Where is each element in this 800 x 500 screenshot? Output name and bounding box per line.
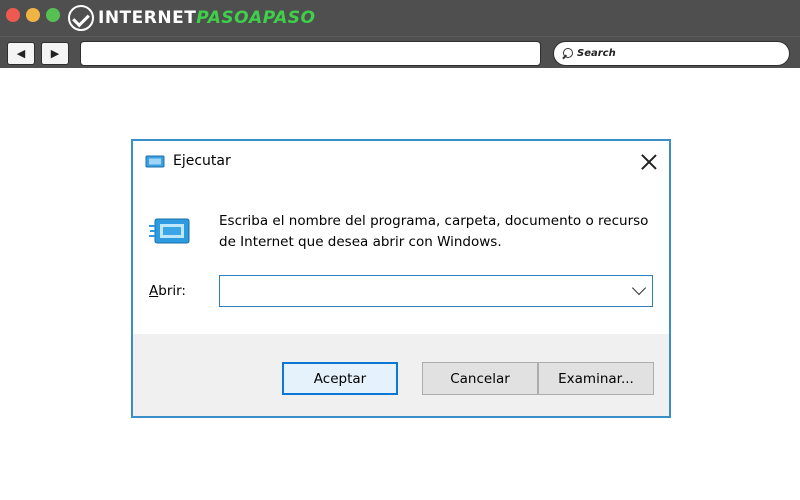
address-bar[interactable] bbox=[80, 41, 541, 66]
search-input[interactable] bbox=[577, 48, 777, 59]
checkmark-icon bbox=[68, 5, 94, 31]
arrow-right-icon: ▶ bbox=[50, 47, 60, 60]
close-window-button[interactable] bbox=[6, 8, 20, 22]
brand-main: INTERNET bbox=[98, 8, 197, 28]
browser-titlebar: INTERNETPASOAPASO bbox=[0, 0, 800, 36]
brand-logo: INTERNETPASOAPASO bbox=[68, 4, 315, 32]
cancel-button[interactable]: Cancelar bbox=[422, 362, 538, 395]
dialog-description: Escriba el nombre del programa, carpeta,… bbox=[219, 213, 649, 250]
minimize-window-button[interactable] bbox=[26, 8, 40, 22]
open-combobox[interactable] bbox=[219, 275, 653, 307]
brand-accent: PASOAPASO bbox=[196, 8, 316, 28]
dialog-titlebar: Ejecutar bbox=[133, 141, 669, 183]
forward-button[interactable]: ▶ bbox=[41, 42, 69, 65]
run-dialog: Ejecutar Escriba el nombre del programa,… bbox=[131, 139, 671, 418]
run-program-icon bbox=[149, 218, 190, 244]
brand-text: INTERNETPASOAPASO bbox=[98, 8, 315, 28]
arrow-left-icon: ◀ bbox=[16, 47, 26, 60]
open-label: Abrir: bbox=[149, 283, 186, 299]
chevron-down-icon[interactable] bbox=[631, 280, 647, 296]
browser-toolbar: ◀ ▶ bbox=[0, 36, 800, 68]
dialog-title: Ejecutar bbox=[173, 153, 231, 169]
open-label-mnemonic: A bbox=[149, 283, 159, 299]
browse-button[interactable]: Examinar... bbox=[538, 362, 654, 395]
close-icon[interactable] bbox=[639, 152, 659, 172]
open-input[interactable] bbox=[220, 276, 620, 305]
back-button[interactable]: ◀ bbox=[7, 42, 35, 65]
search-icon bbox=[562, 47, 574, 60]
maximize-window-button[interactable] bbox=[46, 8, 60, 22]
dialog-footer: Aceptar Cancelar Examinar... bbox=[133, 334, 669, 416]
open-label-text: brir: bbox=[158, 283, 186, 299]
ok-button[interactable]: Aceptar bbox=[282, 362, 398, 395]
search-box[interactable] bbox=[553, 41, 790, 66]
run-icon bbox=[145, 155, 165, 168]
